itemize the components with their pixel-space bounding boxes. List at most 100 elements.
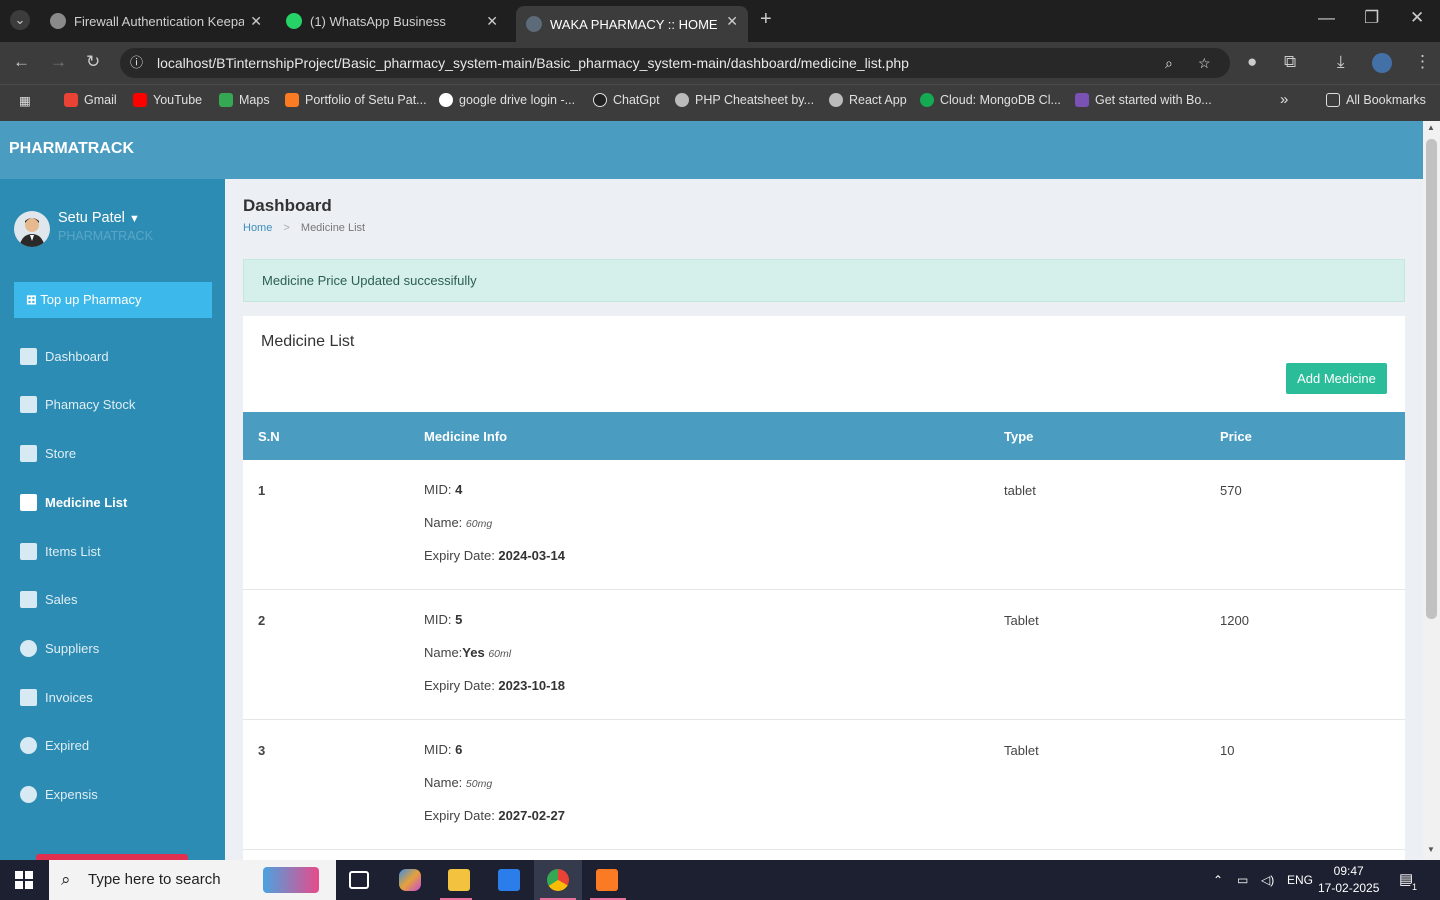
download-icon[interactable]: ⤓ [1337,52,1345,72]
brand-logo[interactable]: PHARMATRACK [9,140,134,158]
url-field[interactable]: ⓘ localhost/BTinternshipProject/Basic_ph… [120,48,1230,78]
add-medicine-button[interactable]: Add Medicine [1286,363,1387,394]
profile-avatar[interactable] [1372,53,1392,73]
sidebar-item-store[interactable]: Store [20,445,76,462]
task-view-icon[interactable] [349,871,369,889]
apps-icon[interactable]: ▦ [19,93,31,108]
menu-icon[interactable]: ⋮ [1414,52,1431,72]
row-type: Tablet [1004,743,1039,758]
sidebar-item-sales[interactable]: Sales [20,591,78,608]
extension-icon[interactable]: ● [1247,52,1257,72]
home-icon [20,445,37,462]
back-icon[interactable]: ← [13,52,30,72]
sidebar-item-label: Dashboard [45,349,109,364]
bookmark-chatgpt[interactable]: ChatGpt [593,93,660,107]
language-indicator[interactable]: ENG [1287,873,1313,887]
youtube-icon [133,93,147,107]
bookmark-label: Gmail [84,93,117,107]
chevron-down-icon: ▼ [128,213,140,225]
address-bar-row: ← → ↻ ⓘ localhost/BTinternshipProject/Ba… [0,42,1440,84]
scroll-down-icon[interactable]: ▼ [1427,845,1435,854]
chrome-icon[interactable] [547,869,569,891]
expiry-label: Expiry Date: [424,808,499,823]
network-icon[interactable]: ▭ [1237,873,1248,887]
xampp-icon [285,93,299,107]
file-explorer-icon[interactable] [448,869,470,891]
forward-icon[interactable]: → [50,52,67,72]
sidebar-item-pharmacy-stock[interactable]: Phamacy Stock [20,396,135,413]
puzzle-icon[interactable]: ⧉ [1284,52,1296,72]
dose-value: 60ml [488,648,512,660]
row-price: 1200 [1220,613,1249,628]
sidebar-item-label: Suppliers [45,641,100,656]
bookmark-php[interactable]: PHP Cheatsheet by... [675,93,814,107]
mid-label: MID: [424,612,456,627]
bookmark-bootstrap[interactable]: Get started with Bo... [1075,93,1212,107]
windows-start-icon[interactable] [15,871,33,889]
tab-list-button[interactable]: ⌄ [10,10,30,30]
sidebar-item-expired[interactable]: Expired [20,737,89,754]
bookmark-react[interactable]: React App [829,93,907,107]
sidebar-item-medicine-list[interactable]: Medicine List [20,494,127,511]
xampp-icon[interactable] [596,869,618,891]
minimize-button[interactable]: — [1318,8,1335,28]
sidebar-item-suppliers[interactable]: Suppliers [20,640,99,657]
sidebar-item-dashboard[interactable]: Dashboard [20,348,109,365]
column-header-info: Medicine Info [424,429,508,444]
notification-count: 1 [1410,882,1420,892]
page-scrollbar[interactable]: ▲ ▼ [1423,121,1440,860]
scrollbar-thumb[interactable] [1426,139,1437,619]
expiry-label: Expiry Date: [424,678,499,693]
box-title: Medicine List [261,333,355,350]
close-icon[interactable]: ✕ [486,13,498,30]
expiry-label: Expiry Date: [424,548,499,563]
new-tab-button[interactable]: + [760,8,772,31]
medicine-list-box: Medicine List Add Medicine S.N Medicine … [243,316,1405,860]
bookmark-google-drive[interactable]: google drive login -... [439,93,575,107]
scroll-up-icon[interactable]: ▲ [1427,123,1435,132]
row-sn: 3 [258,743,266,758]
tab-whatsapp[interactable]: (1) WhatsApp Business ✕ [276,6,508,36]
search-placeholder: Type here to search [88,871,221,888]
tab-firewall[interactable]: Firewall Authentication Keepaliv ✕ [40,6,272,36]
chevron-up-icon[interactable]: ⌃ [1213,873,1223,887]
breadcrumb: Home > Medicine List [243,222,365,234]
breadcrumb-home[interactable]: Home [243,222,272,234]
success-alert: Medicine Price Updated successifully [243,259,1405,302]
close-window-button[interactable]: ✕ [1410,8,1424,28]
taskbar-search-input[interactable]: ⌕ Type here to search [49,860,336,900]
dose-value: 60mg [465,518,493,530]
sidebar-item-items-list[interactable]: Items List [20,543,101,560]
bookmark-label: google drive login -... [459,93,576,107]
microsoft-store-icon[interactable] [498,869,520,891]
bookmark-portfolio[interactable]: Portfolio of Setu Pat... [285,93,427,107]
bookmarks-overflow[interactable]: » [1280,91,1288,108]
column-header-type: Type [1004,429,1034,444]
sidebar-item-invoices[interactable]: Invoices [20,689,93,706]
bookmark-label: Cloud: MongoDB Cl... [940,93,1061,107]
bookmark-gmail[interactable]: Gmail [64,93,117,107]
copilot-icon[interactable] [399,869,421,891]
topup-pharmacy-button[interactable]: ⊞ Top up Pharmacy [14,282,212,318]
star-icon[interactable]: ☆ [1198,48,1211,78]
clipboard-icon [20,494,37,511]
expiry-value: 2023-10-18 [498,678,565,693]
close-icon[interactable]: ✕ [250,13,262,30]
site-info-icon[interactable]: ⓘ [130,48,143,78]
user-name-dropdown[interactable]: Setu Patel ▼ [58,210,140,226]
sidebar-item-expensis[interactable]: Expensis [20,786,98,803]
close-icon[interactable]: ✕ [726,13,738,30]
reload-icon[interactable]: ↻ [86,52,100,72]
bookmark-mongodb[interactable]: Cloud: MongoDB Cl... [920,93,1061,107]
dashboard-icon [20,348,37,365]
tab-pharmacy[interactable]: WAKA PHARMACY :: HOME ✕ [516,6,748,42]
clipboard-icon [20,543,37,560]
clock[interactable]: 09:47 17-02-2025 [1318,863,1379,897]
all-bookmarks[interactable]: All Bookmarks [1326,93,1426,107]
sidebar-item-label: Items List [45,544,101,559]
bookmark-maps[interactable]: Maps [219,93,270,107]
restore-button[interactable]: ❐ [1364,8,1379,28]
volume-icon[interactable]: ◁) [1261,873,1274,887]
bookmark-youtube[interactable]: YouTube [133,93,202,107]
zoom-icon[interactable]: ⌕ [1165,48,1173,78]
